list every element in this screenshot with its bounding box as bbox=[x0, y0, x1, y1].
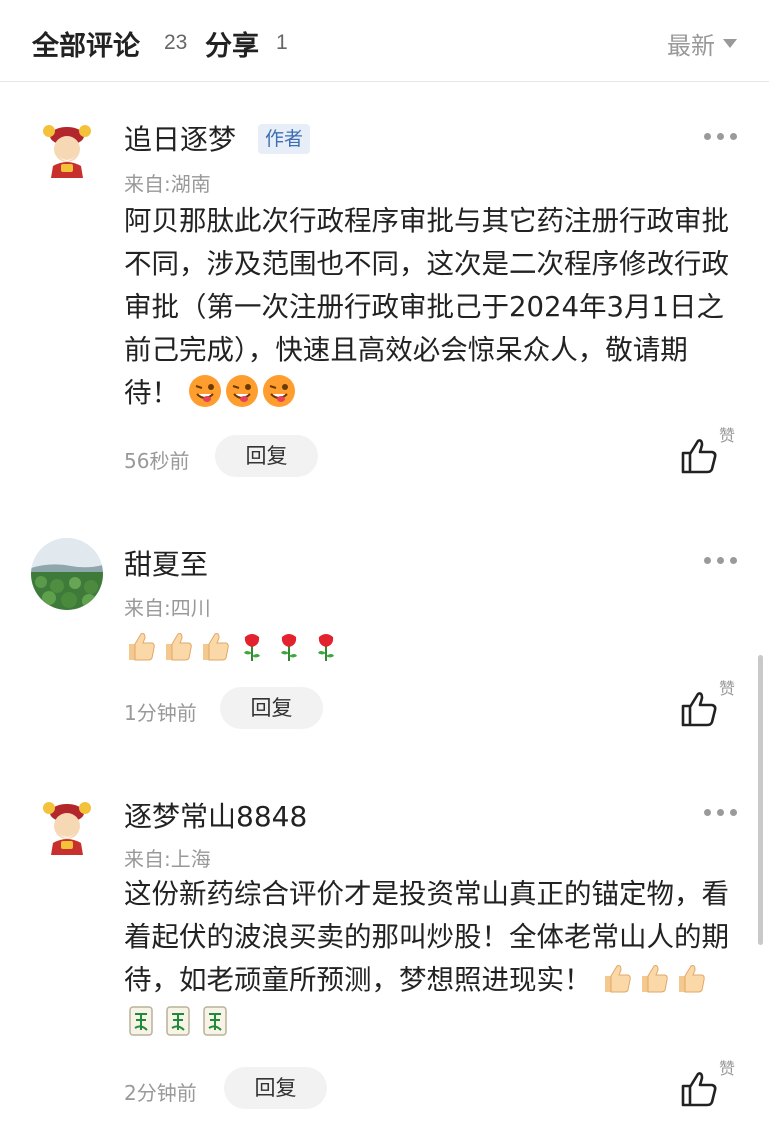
more-options-icon[interactable] bbox=[704, 809, 737, 816]
like-button[interactable]: 赞 bbox=[679, 426, 735, 476]
reply-button[interactable]: 回复 bbox=[215, 435, 318, 477]
wink-tongue-emoji bbox=[262, 375, 295, 407]
commenter-location: 来自:湖南 bbox=[124, 172, 211, 196]
like-label: 赞 bbox=[718, 679, 735, 698]
like-button[interactable]: 赞 bbox=[679, 679, 735, 729]
comments-header: 全部评论 23 分享 1 最新 bbox=[0, 0, 769, 82]
commenter-name[interactable]: 逐梦常山8848 bbox=[124, 795, 307, 835]
thumbs-up-icon bbox=[681, 439, 717, 474]
comment-time: 1分钟前 bbox=[124, 701, 197, 725]
rose-emoji bbox=[281, 634, 297, 661]
thumbs-up-emoji bbox=[129, 633, 155, 661]
commenter-name[interactable]: 追日逐梦 bbox=[124, 118, 236, 158]
like-label: 赞 bbox=[718, 426, 735, 445]
like-label: 赞 bbox=[718, 1059, 735, 1078]
thumbs-up-emoji bbox=[642, 965, 668, 993]
thumbs-up-emoji bbox=[679, 965, 705, 993]
emoji-row bbox=[188, 375, 299, 409]
scrollbar[interactable] bbox=[758, 655, 763, 945]
rose-emoji bbox=[318, 634, 334, 661]
thumbs-up-icon bbox=[681, 1072, 717, 1107]
thumbs-up-emoji bbox=[203, 633, 229, 661]
sort-label: 最新 bbox=[667, 32, 715, 60]
like-button[interactable]: 赞 bbox=[679, 1059, 735, 1109]
rose-emoji bbox=[244, 634, 260, 661]
commenter-location: 来自:上海 bbox=[124, 847, 211, 871]
avatar[interactable] bbox=[31, 791, 103, 863]
wink-tongue-emoji bbox=[225, 375, 258, 407]
comment-time: 56秒前 bbox=[124, 449, 190, 473]
caret-down-icon bbox=[723, 39, 737, 48]
emoji-row bbox=[124, 632, 346, 664]
comment-text bbox=[124, 627, 740, 670]
commenter-location: 来自:四川 bbox=[124, 596, 211, 620]
share-count: 1 bbox=[276, 31, 288, 54]
commenter-name[interactable]: 甜夏至 bbox=[124, 543, 208, 583]
mahjong-fa-emoji bbox=[129, 1006, 153, 1036]
thumbs-up-emoji bbox=[605, 965, 631, 993]
mahjong-fa-emoji bbox=[203, 1006, 227, 1036]
more-options-icon[interactable] bbox=[704, 133, 737, 140]
reply-button[interactable]: 回复 bbox=[220, 687, 323, 729]
thumbs-up-icon bbox=[681, 692, 717, 727]
comment-text: 阿贝那肽此次行政程序审批与其它药注册行政审批不同，涉及范围也不同，这次是二次程序… bbox=[124, 200, 740, 415]
more-options-icon[interactable] bbox=[704, 557, 737, 564]
sort-dropdown[interactable]: 最新 bbox=[667, 26, 737, 61]
reply-button[interactable]: 回复 bbox=[224, 1067, 327, 1109]
all-comments-title: 全部评论 bbox=[32, 31, 140, 62]
comment-time: 2分钟前 bbox=[124, 1081, 197, 1105]
avatar[interactable] bbox=[31, 114, 103, 186]
comment-text: 这份新药综合评价才是投资常山真正的锚定物，看着起伏的波浪买卖的那叫炒股！全体老常… bbox=[124, 873, 740, 1045]
share-label[interactable]: 分享 bbox=[205, 24, 259, 63]
wink-tongue-emoji bbox=[188, 375, 221, 407]
comment-count: 23 bbox=[164, 31, 188, 54]
thumbs-up-emoji bbox=[166, 633, 192, 661]
avatar[interactable] bbox=[31, 538, 103, 610]
author-badge: 作者 bbox=[258, 124, 311, 154]
mahjong-fa-emoji bbox=[166, 1006, 190, 1036]
